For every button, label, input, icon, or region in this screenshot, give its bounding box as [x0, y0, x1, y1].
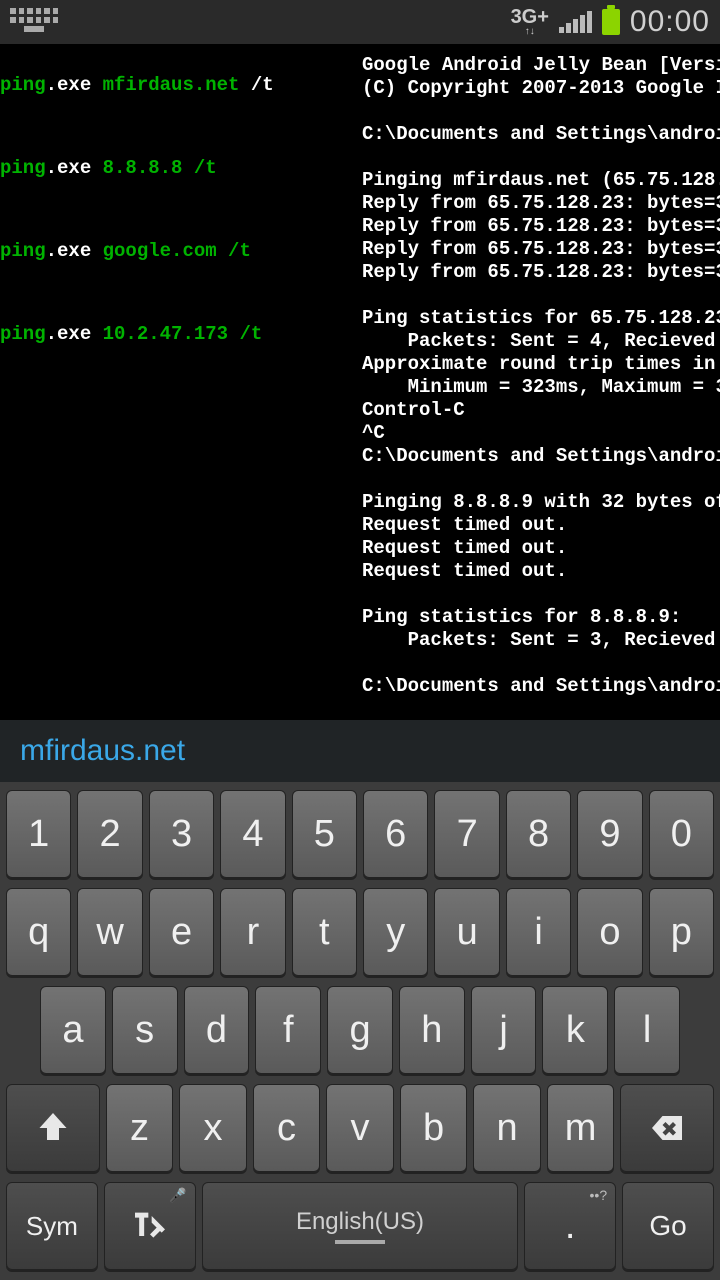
key-m[interactable]: m — [547, 1084, 615, 1172]
key-b[interactable]: b — [400, 1084, 468, 1172]
key-9[interactable]: 9 — [577, 790, 642, 878]
suggestion-text[interactable]: mfirdaus.net — [20, 734, 185, 768]
terminal-command: ping.exe google.com /t — [0, 240, 350, 263]
soft-keyboard: 1234567890 qwertyuiop asdfghjkl zxcvbnm … — [0, 782, 720, 1280]
terminal-command: ping.exe 10.2.47.173 /t — [0, 323, 350, 346]
key-e[interactable]: e — [149, 888, 214, 976]
go-key[interactable]: Go — [622, 1182, 714, 1270]
key-7[interactable]: 7 — [434, 790, 499, 878]
key-6[interactable]: 6 — [363, 790, 428, 878]
key-4[interactable]: 4 — [220, 790, 285, 878]
key-8[interactable]: 8 — [506, 790, 571, 878]
clock: 00:00 — [630, 5, 710, 39]
key-w[interactable]: w — [77, 888, 142, 976]
key-0[interactable]: 0 — [649, 790, 714, 878]
key-d[interactable]: d — [184, 986, 250, 1074]
key-s[interactable]: s — [112, 986, 178, 1074]
key-a[interactable]: a — [40, 986, 106, 1074]
status-bar: 3G+ ↑↓ 00:00 — [0, 0, 720, 44]
key-o[interactable]: o — [577, 888, 642, 976]
key-2[interactable]: 2 — [77, 790, 142, 878]
key-1[interactable]: 1 — [6, 790, 71, 878]
key-g[interactable]: g — [327, 986, 393, 1074]
backspace-key[interactable] — [620, 1084, 714, 1172]
key-3[interactable]: 3 — [149, 790, 214, 878]
battery-icon — [602, 9, 620, 35]
key-t[interactable]: t — [292, 888, 357, 976]
key-j[interactable]: j — [471, 986, 537, 1074]
text-edit-key[interactable]: 🎤 — [104, 1182, 196, 1270]
key-c[interactable]: c — [253, 1084, 321, 1172]
suggestion-bar[interactable]: mfirdaus.net — [0, 720, 720, 782]
signal-icon — [559, 11, 592, 33]
terminal-command: ping.exe mfirdaus.net /t — [0, 74, 350, 97]
key-v[interactable]: v — [326, 1084, 394, 1172]
key-l[interactable]: l — [614, 986, 680, 1074]
key-i[interactable]: i — [506, 888, 571, 976]
key-p[interactable]: p — [649, 888, 714, 976]
space-key[interactable]: English(US) — [202, 1182, 519, 1270]
sym-key[interactable]: Sym — [6, 1182, 98, 1270]
key-r[interactable]: r — [220, 888, 285, 976]
key-h[interactable]: h — [399, 986, 465, 1074]
network-3g-icon: 3G+ ↑↓ — [511, 7, 549, 37]
key-q[interactable]: q — [6, 888, 71, 976]
shift-key[interactable] — [6, 1084, 100, 1172]
key-y[interactable]: y — [363, 888, 428, 976]
key-n[interactable]: n — [473, 1084, 541, 1172]
key-u[interactable]: u — [434, 888, 499, 976]
key-f[interactable]: f — [255, 986, 321, 1074]
key-z[interactable]: z — [106, 1084, 174, 1172]
terminal-command: ping.exe 8.8.8.8 /t — [0, 157, 350, 180]
period-key[interactable]: ••? . — [524, 1182, 616, 1270]
keyboard-indicator-icon — [10, 8, 58, 36]
terminal-view[interactable]: ping.exe mfirdaus.net /t ping.exe 8.8.8.8… — [0, 44, 720, 720]
key-k[interactable]: k — [542, 986, 608, 1074]
terminal-output: Google Android Jelly Bean [Version (C) C… — [362, 54, 720, 720]
key-x[interactable]: x — [179, 1084, 247, 1172]
key-5[interactable]: 5 — [292, 790, 357, 878]
